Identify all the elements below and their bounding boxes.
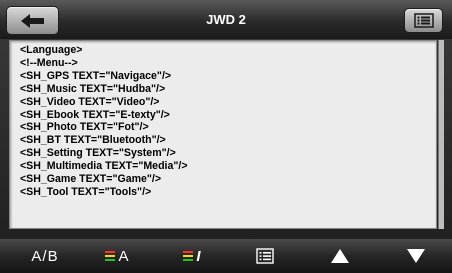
back-arrow-icon — [20, 13, 44, 28]
editor-line: <SH_Music TEXT="Hudba"/> — [20, 82, 166, 95]
color-bars-icon — [183, 251, 194, 261]
back-button[interactable] — [6, 6, 59, 35]
arrow-up-icon — [331, 249, 349, 263]
italic-color-button[interactable]: I — [172, 239, 212, 273]
color-bars-icon — [105, 251, 116, 261]
editor-line: <SH_GPS TEXT="Navigace"/> — [20, 69, 172, 82]
editor-line: <SH_Game TEXT="Game"/> — [20, 173, 162, 186]
top-bar: JWD 2 — [0, 0, 452, 39]
scroll-up-button[interactable] — [320, 239, 360, 273]
editor-line: <Language> — [20, 44, 83, 56]
menu-button[interactable] — [404, 8, 443, 33]
editor-line: <!--Menu--> — [20, 56, 78, 69]
list-view-button[interactable] — [245, 239, 285, 273]
editor-line: <SH_Photo TEXT="Fot"/> — [20, 121, 149, 134]
list-view-icon — [256, 248, 274, 264]
page-title: JWD 2 — [206, 12, 246, 27]
app-window: JWD 2 <Language> <!--Menu--> <SH_GPS TEX… — [0, 0, 452, 273]
italic-color-label: I — [196, 247, 201, 265]
editor-line: <SH_BT TEXT="Bluetooth"/> — [20, 134, 166, 147]
text-editor[interactable]: <Language> <!--Menu--> <SH_GPS TEXT="Nav… — [9, 40, 437, 229]
scroll-down-button[interactable] — [396, 239, 436, 273]
encoding-toggle-label: A/B — [31, 247, 59, 265]
bottom-toolbar: A/B A I — [0, 239, 452, 273]
text-color-label: A — [118, 247, 129, 265]
editor-line: <SH_Video TEXT="Video"/> — [20, 95, 160, 108]
editor-scrollbar[interactable] — [438, 40, 444, 229]
text-color-button[interactable]: A — [92, 239, 142, 273]
editor-line: <SH_Multimedia TEXT="Media"/> — [20, 160, 188, 173]
editor-line: <SH_Setting TEXT="System"/> — [20, 147, 176, 160]
editor-line: <SH_Tool TEXT="Tools"/> — [20, 185, 152, 198]
encoding-toggle-button[interactable]: A/B — [20, 239, 70, 273]
editor-line: <SH_Ebook TEXT="E-texty"/> — [20, 108, 170, 121]
arrow-down-icon — [407, 249, 425, 263]
list-menu-icon — [413, 13, 434, 28]
